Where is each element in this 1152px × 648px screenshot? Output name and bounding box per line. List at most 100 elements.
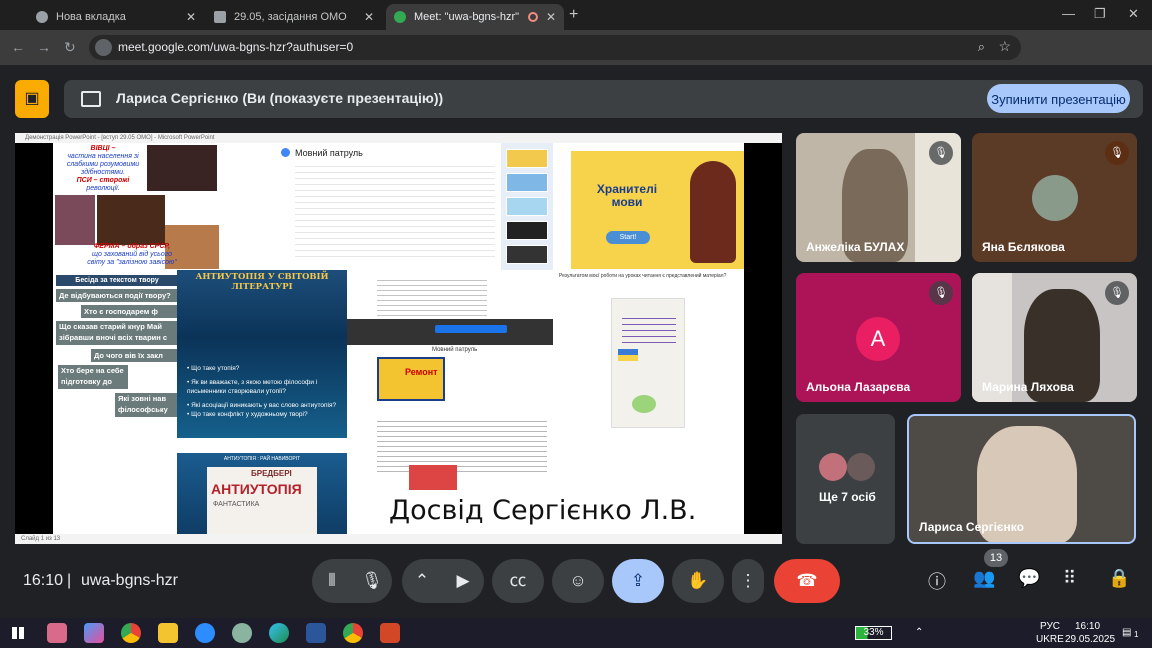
participant-tile[interactable]: 🎙 Яна Бєлякова [972,133,1137,262]
participant-avatar [819,453,847,481]
meeting-time: 16:10 [23,572,64,589]
word-icon[interactable] [306,623,326,643]
drawing-lines [622,313,676,343]
audio-levels-button[interactable]: ⦀ [312,559,352,603]
poster-photo [55,195,95,245]
meeting-info-icon[interactable]: ⓘ [928,568,946,594]
activities-icon[interactable]: ⠿ [1063,568,1076,589]
tab-meet[interactable]: Meet: "uwa-bgns-hzr" ✕ [386,4,564,30]
participant-name: Анжеліка БУЛАХ [806,240,905,254]
essay-questions: Бесіда за текстом твору Де відбуваються … [53,273,181,417]
stop-presenting-button[interactable]: Зупинити презентацію [987,84,1130,113]
participant-avatar [847,453,875,481]
raise-hand-button[interactable]: ✋ [672,559,724,603]
tab-label: 29.05, засідання ОМО [234,11,347,23]
app-icon[interactable] [47,623,67,643]
chevron-up-icon[interactable]: ⌃ [915,627,923,638]
site-info-icon[interactable] [95,39,112,56]
language-patrol-page: Мовний патруль Ремонт [347,345,553,490]
zoom-icon[interactable] [195,623,215,643]
bookmark-star-icon[interactable]: ☆ [998,38,1011,55]
url-text[interactable]: meet.google.com/uwa-bgns-hzr?authuser=0 [118,40,353,54]
minimize-icon[interactable]: — [1062,6,1075,21]
shared-screen: Демонстрація PowerPoint - [вступ 29.05 О… [15,133,782,544]
taskbar-time[interactable]: 16:10 [1075,621,1100,632]
drawing-flag [618,349,638,361]
zoom-icon[interactable]: ⌕ [978,39,985,55]
close-icon[interactable]: ✕ [546,10,556,24]
essay-question: Хто бере на себе підготовку до повстання… [58,365,128,389]
camera-button[interactable]: ▶ [442,559,484,603]
microphone-button[interactable]: 🎙 [352,559,392,603]
presenter-signature: Досвід Сергієнко Л.В. [389,495,697,526]
powerpoint-title: Демонстрація PowerPoint - [вступ 29.05 О… [15,133,782,143]
poem-lines [377,276,487,316]
new-tab-icon[interactable]: + [569,6,578,24]
word-cloud-word: АНТИУТОПІЯ [211,481,302,497]
keepers-start-button: Start! [606,231,650,244]
utopia-bullet: • Як ви вважаєте, з якою метою філософи … [187,379,318,395]
tab-omo-meeting[interactable]: 29.05, засідання ОМО ✕ [206,4,382,30]
self-view-tile[interactable]: Лариса Сергієнко [907,414,1136,544]
report-heading: Результатом моєї роботи на уроках читанн… [559,273,727,279]
maximize-icon[interactable]: ❐ [1094,6,1106,22]
tab-new-tab[interactable]: Нова вкладка ✕ [28,4,204,30]
app-icon[interactable] [232,623,252,643]
copilot-icon[interactable] [84,623,104,643]
chrome-icon [36,11,48,23]
keyboard-layout[interactable]: РУС [1040,621,1060,632]
presenting-banner: ▣ Лариса Сергієнко (Ви (показуєте презен… [15,80,1143,118]
poster-photo [97,195,165,245]
host-controls-icon[interactable]: 🔒 [1108,568,1130,589]
separator: | [67,572,72,589]
utopia-bullets: • Що таке утопія? • Як ви вважаєте, з як… [187,364,345,419]
chrome-profile-icon[interactable] [343,623,363,643]
recording-icon [528,12,538,22]
present-screen-icon [81,91,101,107]
forward-icon[interactable]: → [37,39,51,55]
keyboard-layout-secondary: UKRE [1036,634,1064,645]
omnibox[interactable]: meet.google.com/uwa-bgns-hzr?authuser=0 … [89,35,1021,60]
camera-options-button[interactable]: ⌃ [402,559,442,603]
window-close-icon[interactable]: ✕ [1128,6,1139,22]
poster-photo [147,145,217,191]
slide-thumbnail [506,197,548,216]
poster-text: ФЕРМА – образ СРСР, що захований від усь… [87,243,177,266]
people-icon[interactable]: 👥 [973,568,995,589]
participants-count-badge: 13 [984,549,1008,567]
leave-call-button[interactable]: ☎ [774,559,840,603]
meeting-code: uwa-bgns-hzr [81,572,178,589]
back-icon[interactable]: ← [11,39,25,55]
meet-stage: ▣ Лариса Сергієнко (Ви (показуєте презен… [0,65,1152,618]
windows-start-icon[interactable] [12,627,24,639]
chrome-icon[interactable] [121,623,141,643]
captions-button[interactable]: ㏄ [492,559,544,603]
word-cloud-word: ФАНТАСТИКА [213,501,260,508]
word-cloud-word: БРЕДБЕРІ [251,469,292,478]
chat-icon[interactable]: 💬 [1018,568,1040,589]
tab-label: Meet: "uwa-bgns-hzr" [414,11,520,23]
utopia-slide: АНТИУТОПІЯ У СВІТОВІЙ ЛІТЕРАТУРІ • Що та… [177,270,347,438]
close-icon[interactable]: ✕ [364,10,374,24]
powerpoint-icon[interactable] [380,623,400,643]
more-participants-tile[interactable]: Ще 7 осіб [796,414,895,544]
microphone-off-icon: 🎙 [929,141,953,165]
notifications-icon[interactable]: ▤ [1122,627,1131,638]
battery-indicator[interactable]: 33% [855,626,892,640]
participant-tile[interactable]: А 🎙 Альона Лазарєва [796,273,961,402]
file-explorer-icon[interactable] [158,623,178,643]
participant-tile[interactable]: 🎙 Анжеліка БУЛАХ [796,133,961,262]
taskbar-date[interactable]: 29.05.2025 [1065,634,1115,645]
edge-icon[interactable] [269,623,289,643]
reactions-button[interactable]: ☺ [552,559,604,603]
paradise-title: АНТИУТОПІЯ : РАЙ НАВИВОРІТ [223,456,301,462]
meet-icon [394,11,406,23]
reload-icon[interactable]: ↻ [64,39,76,56]
more-options-button[interactable]: ⋮ [732,559,764,603]
close-icon[interactable]: ✕ [186,10,196,24]
participant-tile[interactable]: 🎙 Марина Ляхова [972,273,1137,402]
document-preview: Мовний патруль [273,143,523,270]
utopia-bullet: • Що таке конфлікт у художньому творі? [187,411,308,418]
keepers-slide: Хранителі мови Start! [571,151,744,269]
present-screen-button[interactable]: ⇪ [612,559,664,603]
